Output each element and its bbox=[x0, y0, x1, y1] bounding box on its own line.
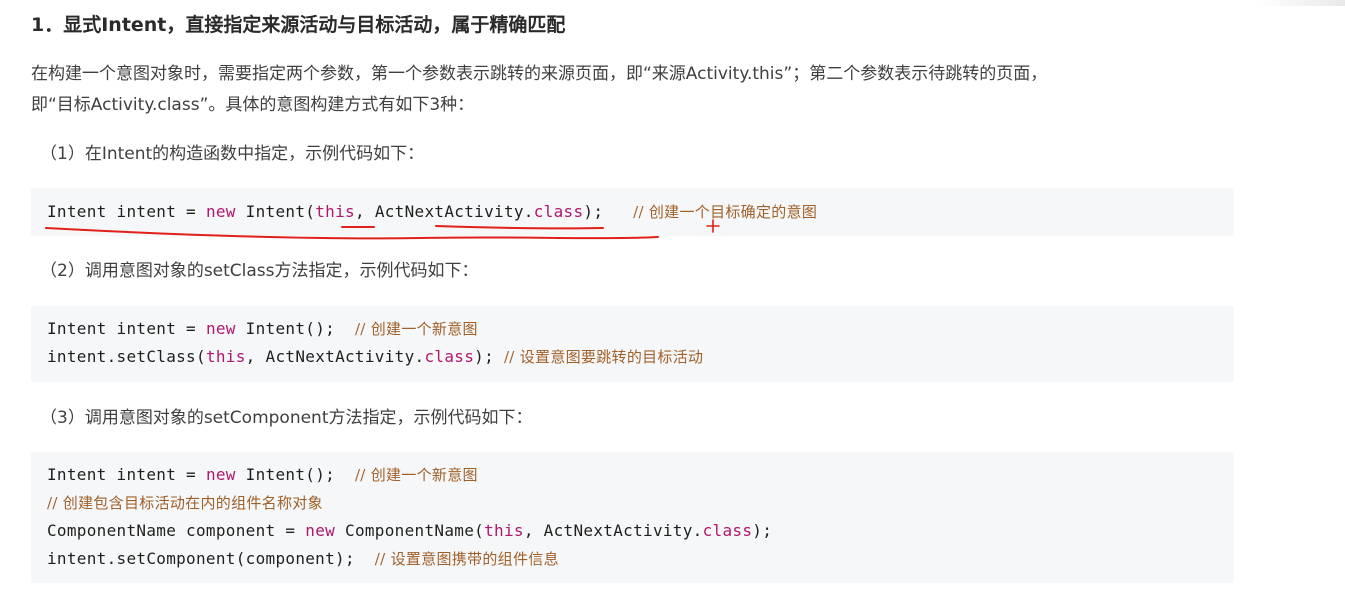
code-line: Intent intent = new Intent(); // 创建一个新意图 bbox=[47, 465, 478, 484]
code-line: // 创建包含目标活动在内的组件名称对象 bbox=[47, 494, 323, 512]
section-heading: 1．显式Intent，直接指定来源活动与目标活动，属于精确匹配 bbox=[31, 14, 566, 36]
code-block-1: Intent intent = new Intent(this, ActNext… bbox=[31, 188, 1234, 236]
method-1-label: （1）在Intent的构造函数中指定，示例代码如下： bbox=[40, 144, 425, 164]
intro-line-1: 在构建一个意图对象时，需要指定两个参数，第一个参数表示跳转的来源页面，即“来源A… bbox=[31, 64, 1048, 84]
code-line: intent.setClass(this, ActNextActivity.cl… bbox=[47, 347, 704, 366]
code-line: Intent intent = new Intent(); // 创建一个新意图 bbox=[47, 319, 478, 338]
method-2-label: （2）调用意图对象的setClass方法指定，示例代码如下： bbox=[40, 261, 479, 281]
code-block-3: Intent intent = new Intent(); // 创建一个新意图… bbox=[31, 452, 1234, 583]
intro-line-2: 即“目标Activity.class”。具体的意图构建方式有如下3种： bbox=[31, 95, 475, 115]
code-line: Intent intent = new Intent(this, ActNext… bbox=[47, 202, 818, 221]
code-line: intent.setComponent(component); // 设置意图携… bbox=[47, 549, 559, 568]
intro-paragraph: 在构建一个意图对象时，需要指定两个参数，第一个参数表示跳转的来源页面，即“来源A… bbox=[31, 59, 1241, 121]
code-block-2: Intent intent = new Intent(); // 创建一个新意图… bbox=[31, 306, 1234, 382]
code-line: ComponentName component = new ComponentN… bbox=[47, 521, 773, 540]
method-3-label: （3）调用意图对象的setComponent方法指定，示例代码如下： bbox=[40, 408, 533, 428]
corner-shadow bbox=[1255, 0, 1345, 6]
